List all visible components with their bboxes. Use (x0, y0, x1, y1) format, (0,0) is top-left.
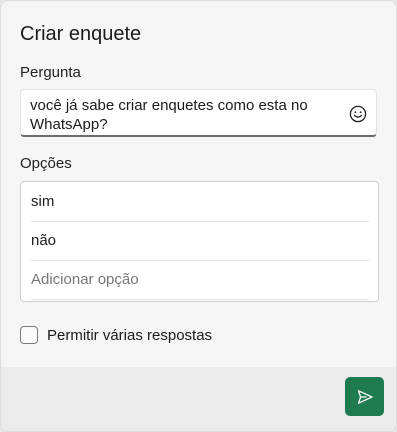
question-label: Pergunta (20, 64, 81, 81)
smiley-icon (349, 105, 367, 123)
question-field[interactable]: você já sabe criar enquetes como esta no… (20, 89, 377, 137)
options-label: Opções (20, 155, 72, 172)
send-icon (357, 389, 373, 404)
create-poll-dialog: Criar enquete Pergunta você já sabe cria… (0, 0, 397, 432)
option-input-2[interactable]: não (31, 221, 369, 261)
option-input-1[interactable]: sim (31, 182, 369, 222)
allow-multiple-checkbox[interactable] (20, 326, 38, 344)
emoji-button[interactable] (348, 104, 368, 124)
question-input[interactable]: você já sabe criar enquetes como esta no… (30, 96, 340, 134)
options-list: sim não Adicionar opção (20, 181, 379, 302)
allow-multiple-label: Permitir várias respostas (47, 326, 213, 344)
allow-multiple-answers[interactable]: Permitir várias respostas (20, 324, 212, 346)
dialog-footer (1, 367, 396, 431)
send-button[interactable] (345, 377, 384, 416)
dialog-title: Criar enquete (20, 23, 142, 45)
add-option-input[interactable]: Adicionar opção (31, 260, 369, 300)
